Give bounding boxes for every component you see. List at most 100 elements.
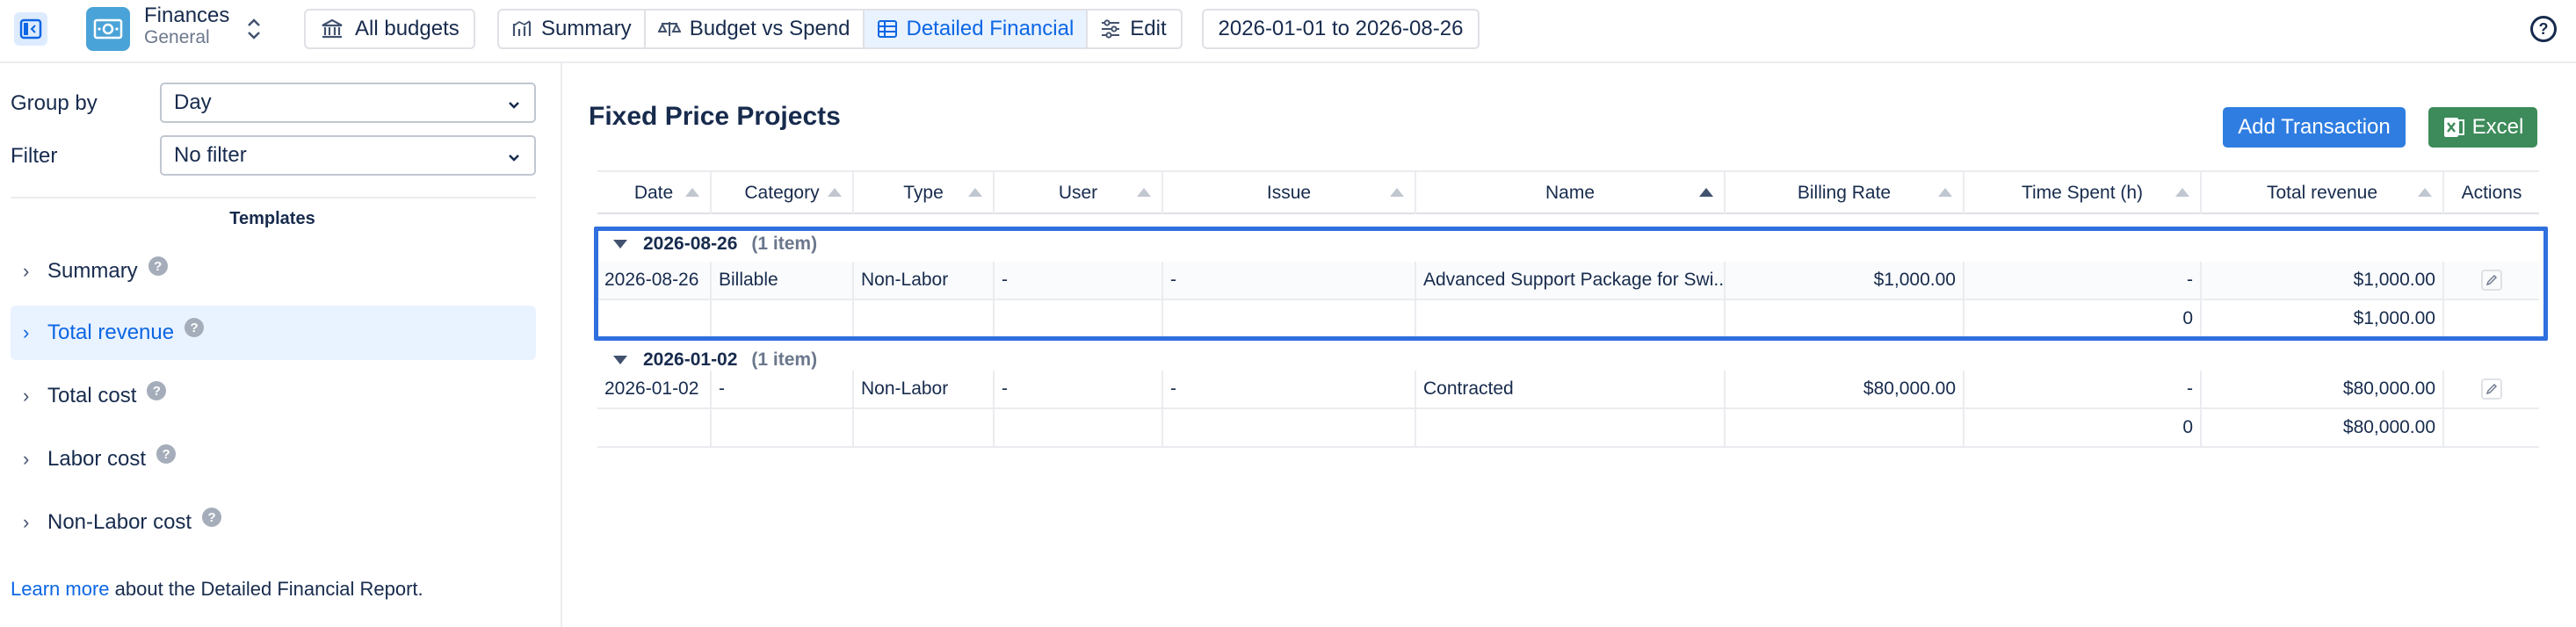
edit-pencil-icon[interactable] — [2481, 378, 2502, 400]
chevron-right-icon: › — [23, 260, 30, 282]
view-tabs: Summary Budget vs Spend Detailed Financi… — [497, 9, 1183, 49]
sidebar-toggle-icon — [19, 18, 42, 40]
cell-empty — [597, 300, 712, 337]
group-by-value: Day — [174, 90, 212, 114]
sliders-icon — [1100, 18, 1121, 40]
cell-empty — [2444, 300, 2539, 337]
cell-empty — [1416, 300, 1726, 337]
all-budgets-label: All budgets — [355, 17, 459, 40]
cell-empty — [712, 409, 854, 446]
help-icon[interactable]: ? — [156, 444, 177, 464]
app-switch-chevrons-icon[interactable] — [244, 14, 264, 44]
excel-export-button[interactable]: Excel — [2428, 107, 2537, 148]
learn-more-suffix: about the Detailed Financial Report. — [109, 578, 423, 600]
cell-issue: - — [1163, 371, 1416, 407]
cell-total-revenue: $1,000.00 — [2202, 262, 2444, 299]
top-bar: Finances General All budgets Summary Bud… — [0, 0, 2576, 63]
excel-label: Excel — [2471, 115, 2524, 139]
collapse-triangle-icon[interactable] — [613, 240, 627, 249]
learn-more-text: Learn more about the Detailed Financial … — [11, 578, 423, 601]
cell-name: Contracted — [1416, 371, 1726, 407]
cell-empty — [1726, 409, 1965, 446]
chevron-right-icon: › — [23, 321, 30, 343]
table-row[interactable]: 2026-08-26 Billable Non-Labor - - Advanc… — [597, 262, 2539, 300]
help-icon[interactable]: ? — [148, 256, 168, 276]
left-panel: Group by Day Filter No filter Templates … — [0, 63, 562, 627]
cell-date: 2026-08-26 — [597, 262, 712, 299]
template-item-labor-cost[interactable]: › Labor cost ? — [11, 432, 536, 486]
filter-select[interactable]: No filter — [160, 135, 536, 176]
template-label: Total cost — [47, 384, 137, 407]
column-header-user[interactable]: User — [995, 172, 1163, 214]
sort-icon — [1390, 188, 1404, 197]
tab-budget-vs-spend-label: Budget vs Spend — [689, 17, 850, 40]
column-header-issue[interactable]: Issue — [1163, 172, 1416, 214]
template-item-non-labor-cost[interactable]: › Non-Labor cost ? — [11, 495, 536, 550]
sidebar-toggle-button[interactable] — [14, 12, 47, 46]
cell-user: - — [995, 371, 1163, 407]
collapse-triangle-icon[interactable] — [613, 356, 627, 364]
column-header-name[interactable]: Name — [1416, 172, 1726, 214]
cell-billing-rate: $1,000.00 — [1726, 262, 1965, 299]
cell-empty — [1726, 300, 1965, 337]
total-time-spent: 0 — [1965, 300, 2202, 337]
tab-detailed-financial-label: Detailed Financial — [906, 17, 1075, 40]
sort-icon — [1137, 188, 1151, 197]
sort-icon — [828, 188, 842, 197]
date-range-picker[interactable]: 2026-01-01 to 2026-08-26 — [1202, 9, 1480, 49]
cell-type: Non-Labor — [854, 262, 995, 299]
total-revenue: $1,000.00 — [2202, 300, 2444, 337]
edit-pencil-icon[interactable] — [2481, 270, 2502, 291]
cell-category: Billable — [712, 262, 854, 299]
sort-icon — [2418, 188, 2432, 197]
cell-empty — [2444, 409, 2539, 446]
sort-icon — [685, 188, 699, 197]
tab-detailed-financial[interactable]: Detailed Financial — [864, 11, 1089, 47]
tab-budget-vs-spend[interactable]: Budget vs Spend — [646, 11, 865, 47]
cell-empty — [854, 409, 995, 446]
group-total-row: 0 $1,000.00 — [597, 300, 2539, 339]
tab-summary-label: Summary — [541, 17, 632, 40]
cell-empty — [1416, 409, 1726, 446]
column-header-total-revenue[interactable]: Total revenue — [2202, 172, 2444, 214]
learn-more-link[interactable]: Learn more — [11, 578, 110, 600]
cell-empty — [995, 409, 1163, 446]
tab-edit[interactable]: Edit — [1088, 11, 1178, 47]
app-title: Finances — [144, 4, 230, 27]
cell-empty — [854, 300, 995, 337]
column-header-time-spent[interactable]: Time Spent (h) — [1965, 172, 2202, 214]
cell-empty — [1163, 300, 1416, 337]
help-icon[interactable]: ? — [202, 508, 222, 527]
template-label: Non-Labor cost — [47, 510, 192, 534]
template-item-total-cost[interactable]: › Total cost ? — [11, 369, 536, 423]
sort-icon — [2175, 188, 2189, 197]
column-header-date[interactable]: Date — [597, 172, 712, 214]
excel-icon — [2442, 116, 2465, 139]
column-header-actions: Actions — [2461, 183, 2522, 203]
group-date: 2026-01-02 — [643, 350, 738, 370]
filter-label: Filter — [11, 144, 58, 168]
template-item-total-revenue[interactable]: › Total revenue ? — [11, 306, 536, 360]
summary-chart-icon — [511, 18, 532, 40]
add-transaction-button[interactable]: Add Transaction — [2223, 107, 2406, 148]
help-icon[interactable]: ? — [147, 381, 167, 400]
column-header-category[interactable]: Category — [712, 172, 854, 214]
help-icon[interactable]: ? — [185, 318, 205, 337]
cell-type: Non-Labor — [854, 371, 995, 407]
page-title: Fixed Price Projects — [589, 102, 841, 131]
cell-user: - — [995, 262, 1163, 299]
group-by-select[interactable]: Day — [160, 83, 536, 123]
template-item-summary[interactable]: › Summary ? — [11, 244, 536, 299]
tab-edit-label: Edit — [1130, 17, 1167, 40]
tab-summary[interactable]: Summary — [499, 11, 646, 47]
group-header[interactable]: 2026-08-26 (1 item) — [597, 227, 2539, 262]
table-row[interactable]: 2026-01-02 - Non-Labor - - Contracted $8… — [597, 371, 2539, 409]
help-icon[interactable]: ? — [2530, 16, 2557, 42]
column-header-billing-rate[interactable]: Billing Rate — [1726, 172, 1965, 214]
divider — [11, 197, 536, 198]
total-revenue: $80,000.00 — [2202, 409, 2444, 446]
chevron-down-icon — [506, 148, 522, 172]
all-budgets-button[interactable]: All budgets — [304, 9, 475, 49]
column-header-type[interactable]: Type — [854, 172, 995, 214]
cell-empty — [597, 409, 712, 446]
